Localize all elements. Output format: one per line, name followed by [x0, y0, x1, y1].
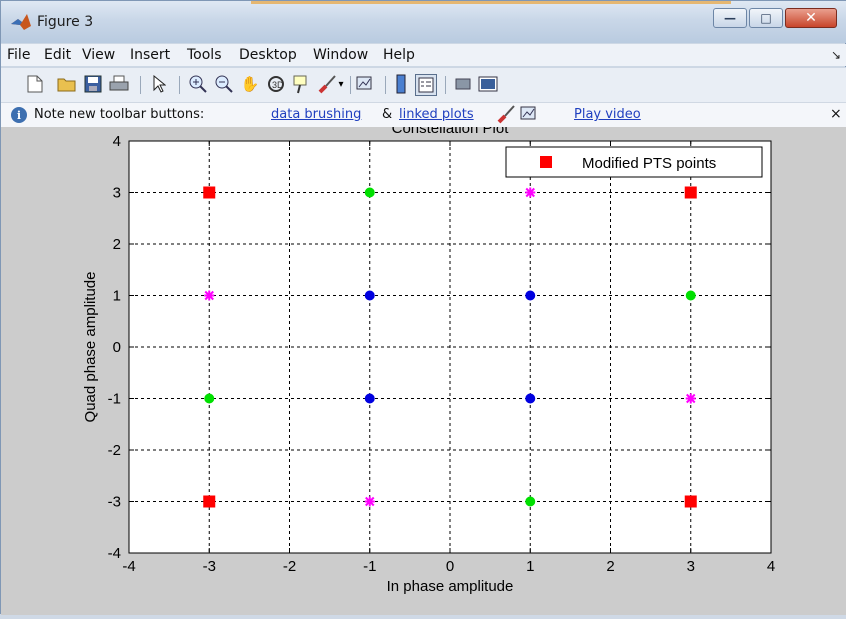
maximize-button[interactable]: □	[749, 8, 783, 28]
data-point-circle	[525, 393, 536, 404]
data-point-square	[203, 186, 216, 199]
note-text: Note new toolbar buttons:	[34, 107, 205, 122]
data-point-square	[684, 186, 697, 199]
figure-window: Figure 3 — □ ✕ File Edit View Insert Too…	[0, 0, 846, 615]
menu-bar: File Edit View Insert Tools Desktop Wind…	[1, 44, 846, 66]
toolbar-separator	[140, 76, 141, 94]
title-bar-accent	[251, 1, 731, 4]
data-point-star	[364, 496, 375, 507]
y-axis-label: Quad phase amplitude	[82, 272, 99, 423]
y-tick-label: -3	[108, 494, 121, 511]
brush-dropdown-icon[interactable]: ▾	[336, 74, 346, 94]
data-point-star	[204, 290, 215, 301]
rotate-icon[interactable]: 3D	[266, 74, 286, 94]
x-tick-label: -2	[283, 558, 296, 575]
legend-icon[interactable]	[415, 74, 437, 96]
x-tick-label: -1	[363, 558, 376, 575]
open-icon[interactable]	[57, 74, 77, 94]
menu-tools[interactable]: Tools	[187, 47, 222, 63]
figure-toolbar: ✋ 3D ▾	[1, 67, 846, 102]
note-ampersand: &	[382, 107, 393, 122]
data-point-circle	[525, 290, 536, 301]
x-axis-label: In phase amplitude	[387, 578, 514, 595]
toolbar-separator	[179, 76, 180, 94]
data-point-star	[685, 393, 696, 404]
data-point-square	[203, 495, 216, 508]
x-tick-label: 0	[446, 558, 454, 575]
toolbar-separator	[445, 76, 446, 94]
constellation-plot[interactable]: -4 -3 -2 -1 0 1 2 3 4 4 3 2 1 0 -1 -2 -3 -4 Constellation…	[1, 120, 846, 615]
menu-help[interactable]: Help	[383, 47, 415, 63]
zoom-in-icon[interactable]	[188, 74, 208, 94]
x-tick-label: 4	[767, 558, 775, 575]
y-tick-label: 4	[113, 133, 121, 150]
hide-plot-tools-icon[interactable]	[453, 74, 473, 94]
toolbar-separator	[385, 76, 386, 94]
pointer-icon[interactable]	[149, 74, 169, 94]
y-tick-label: 0	[113, 339, 121, 356]
y-tick-label: -2	[108, 442, 121, 459]
menu-insert[interactable]: Insert	[130, 47, 170, 63]
maximize-icon: □	[760, 11, 772, 25]
new-figure-icon[interactable]	[25, 74, 45, 94]
play-video-link[interactable]: Play video	[574, 107, 641, 122]
menu-desktop[interactable]: Desktop	[239, 47, 297, 63]
x-tick-label: -3	[203, 558, 216, 575]
menu-view[interactable]: View	[82, 47, 115, 63]
y-tick-label: -1	[108, 391, 121, 408]
data-point-circle	[685, 290, 696, 301]
data-cursor-icon[interactable]	[292, 74, 312, 94]
zoom-out-icon[interactable]	[214, 74, 234, 94]
data-point-star	[525, 187, 536, 198]
minimize-icon: —	[724, 11, 736, 25]
matlab-icon	[11, 14, 31, 30]
data-point-circle	[204, 393, 215, 404]
y-tick-label: 1	[113, 288, 121, 305]
save-icon[interactable]	[83, 74, 103, 94]
brush-icon	[497, 104, 517, 124]
minimize-button[interactable]: —	[713, 8, 747, 28]
legend-marker-square	[540, 156, 552, 168]
menu-edit[interactable]: Edit	[44, 47, 71, 63]
data-point-circle	[525, 496, 536, 507]
chevron-icon[interactable]: ↘	[831, 48, 841, 62]
print-icon[interactable]	[109, 74, 129, 94]
y-tick-label: 3	[113, 185, 121, 202]
menu-file[interactable]: File	[7, 47, 30, 63]
close-icon: ✕	[805, 10, 817, 26]
info-icon: i	[11, 107, 27, 123]
close-notification-icon[interactable]: ×	[830, 106, 842, 122]
y-tick-label: -4	[108, 545, 121, 562]
title-bar[interactable]: Figure 3 — □ ✕	[1, 1, 846, 43]
x-tick-label: 1	[526, 558, 534, 575]
notification-bar: i Note new toolbar buttons: data brushin…	[1, 102, 846, 128]
data-brushing-link[interactable]: data brushing	[271, 107, 361, 122]
data-point-square	[684, 495, 697, 508]
colorbar-icon[interactable]	[391, 74, 411, 94]
legend[interactable]: Modified PTS points	[505, 146, 763, 178]
show-plot-tools-icon[interactable]	[478, 74, 498, 94]
chart-title: Constellation Plot	[392, 127, 510, 137]
linked-plots-link[interactable]: linked plots	[399, 107, 474, 122]
window-title: Figure 3	[37, 14, 94, 30]
data-point-circle	[364, 393, 375, 404]
brush-icon[interactable]	[318, 74, 338, 94]
x-tick-label: -4	[122, 558, 135, 575]
figure-canvas: -4 -3 -2 -1 0 1 2 3 4 4 3 2 1 0 -1 -2 -3 -4 Constellation…	[1, 120, 846, 615]
svg-text:3D: 3D	[272, 80, 284, 90]
legend-entry: Modified PTS points	[582, 155, 716, 172]
x-tick-label: 3	[687, 558, 695, 575]
link-plot-icon[interactable]	[355, 74, 375, 94]
menu-window[interactable]: Window	[313, 47, 368, 63]
y-tick-label: 2	[113, 236, 121, 253]
link-plot-icon	[519, 104, 539, 124]
data-point-circle	[364, 290, 375, 301]
x-tick-label: 2	[606, 558, 614, 575]
toolbar-separator	[350, 76, 351, 94]
pan-icon[interactable]: ✋	[240, 74, 260, 94]
close-button[interactable]: ✕	[785, 8, 837, 28]
data-point-circle	[364, 187, 375, 198]
